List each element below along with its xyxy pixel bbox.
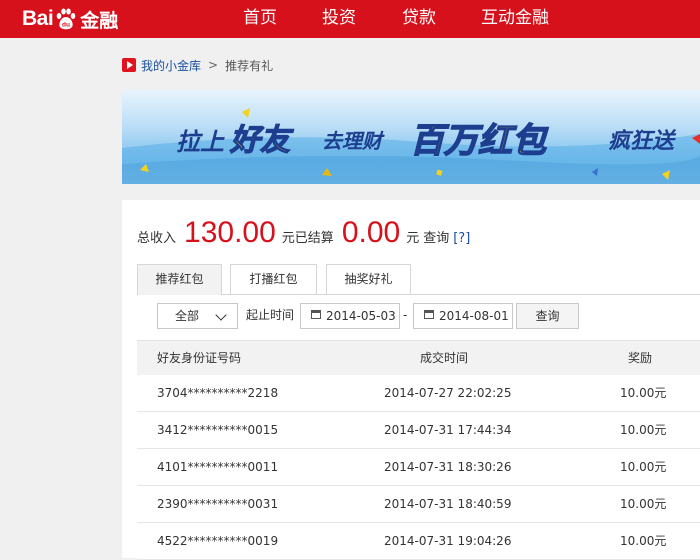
nav-invest[interactable]: 投资 (322, 0, 356, 38)
logo-text-finance: 金融 (80, 10, 119, 32)
table-row: 2390**********0031 2014-07-31 18:40:59 1… (137, 486, 700, 523)
column-header-time: 成交时间 (420, 351, 469, 365)
baidu-finance-logo[interactable]: Bai du 金融 (22, 5, 118, 33)
calendar-icon (311, 310, 321, 319)
settled-unit: 元 (406, 231, 420, 246)
referral-panel: 总收入 130.00 元 已结算 0.00 元 查询 [?] 推荐红包 打播红包… (122, 200, 700, 560)
tab-lottery-gifts[interactable]: 抽奖好礼 (326, 264, 411, 294)
total-income-unit: 元 (281, 231, 295, 246)
logo-text-bai: Bai (22, 7, 54, 30)
start-date-input[interactable]: 2014-05-03 (300, 303, 400, 329)
chevron-down-icon (215, 309, 227, 321)
reward-cell: 10.00元 (620, 460, 667, 474)
query-label: 查询 (423, 231, 450, 246)
end-date-input[interactable]: 2014-08-01 (413, 303, 513, 329)
table-row: 4522**********0019 2014-07-31 19:04:26 1… (137, 523, 700, 560)
time-range-label: 起止时间 (246, 308, 295, 322)
start-date-value: 2014-05-03 (326, 309, 396, 323)
end-date-value: 2014-08-01 (439, 309, 509, 323)
nav-home[interactable]: 首页 (243, 0, 277, 38)
play-icon (122, 58, 136, 72)
date-range-dash: - (403, 308, 408, 322)
nav-interactive-finance[interactable]: 互动金融 (481, 0, 549, 38)
type-select-value: 全部 (175, 309, 200, 323)
income-summary: 总收入 130.00 元 已结算 0.00 元 查询 [?] (137, 216, 470, 256)
referral-table: 好友身份证号码 成交时间 奖励 3704**********2218 2014-… (137, 340, 700, 560)
breadcrumb-separator: > (208, 58, 219, 72)
table-row: 3412**********0015 2014-07-31 17:44:34 1… (137, 412, 700, 449)
query-button[interactable]: 查询 (516, 303, 579, 329)
total-income-label: 总收入 (137, 231, 177, 246)
column-header-reward: 奖励 (628, 351, 653, 365)
banner-text-4: 百万红包 (410, 121, 549, 161)
table-row: 4101**********0011 2014-07-31 18:30:26 1… (137, 449, 700, 486)
table-header: 好友身份证号码 成交时间 奖励 (137, 340, 700, 375)
reward-cell: 10.00元 (620, 386, 667, 400)
top-bar: Bai du 金融 首页 投资 贷款 互动金融 (0, 0, 700, 38)
breadcrumb-current: 推荐有礼 (225, 58, 274, 73)
friend-id-cell: 4522**********0019 (157, 534, 279, 548)
settled-label: 已结算 (294, 231, 334, 246)
tab-bar: 推荐红包 打播红包 抽奖好礼 (137, 264, 700, 295)
banner-text-5: 疯狂送 (608, 128, 677, 154)
reward-cell: 10.00元 (620, 423, 667, 437)
friend-id-cell: 2390**********0031 (157, 497, 279, 511)
deal-time-cell: 2014-07-31 18:30:26 (384, 460, 512, 474)
banner-text-3: 去理财 (322, 129, 385, 153)
table-row: 3704**********2218 2014-07-27 22:02:25 1… (137, 375, 700, 412)
paw-icon: du (56, 8, 76, 30)
banner-text-2: 好友 (229, 123, 294, 158)
banner-art: 拉上 好友 去理财 百万红包 疯狂送 (122, 108, 700, 184)
deal-time-cell: 2014-07-31 19:04:26 (384, 534, 512, 548)
promo-banner[interactable]: 拉上 好友 去理财 百万红包 疯狂送 (122, 90, 700, 184)
tab-referral-bonus[interactable]: 推荐红包 (137, 264, 222, 295)
breadcrumb: 我的小金库 > 推荐有礼 (122, 56, 273, 74)
deal-time-cell: 2014-07-31 17:44:34 (384, 423, 512, 437)
deal-time-cell: 2014-07-31 18:40:59 (384, 497, 512, 511)
help-link[interactable]: [?] (453, 231, 470, 246)
banner-text-1: 拉上 (176, 128, 225, 156)
column-header-id: 好友身份证号码 (157, 351, 242, 365)
calendar-icon (424, 310, 434, 319)
friend-id-cell: 3412**********0015 (157, 423, 279, 437)
friend-id-cell: 4101**********0011 (157, 460, 279, 474)
deal-time-cell: 2014-07-27 22:02:25 (384, 386, 512, 400)
settled-value: 0.00 (341, 216, 401, 249)
reward-cell: 10.00元 (620, 534, 667, 548)
reward-cell: 10.00元 (620, 497, 667, 511)
logo-paw-text: du (62, 22, 70, 29)
confetti-icon (242, 108, 250, 118)
type-select[interactable]: 全部 (157, 303, 238, 329)
breadcrumb-home-link[interactable]: 我的小金库 (141, 57, 201, 74)
nav-loan[interactable]: 贷款 (402, 0, 436, 38)
friend-id-cell: 3704**********2218 (157, 386, 279, 400)
tab-broadcast-bonus[interactable]: 打播红包 (230, 264, 317, 294)
total-income-value: 130.00 (184, 216, 276, 249)
